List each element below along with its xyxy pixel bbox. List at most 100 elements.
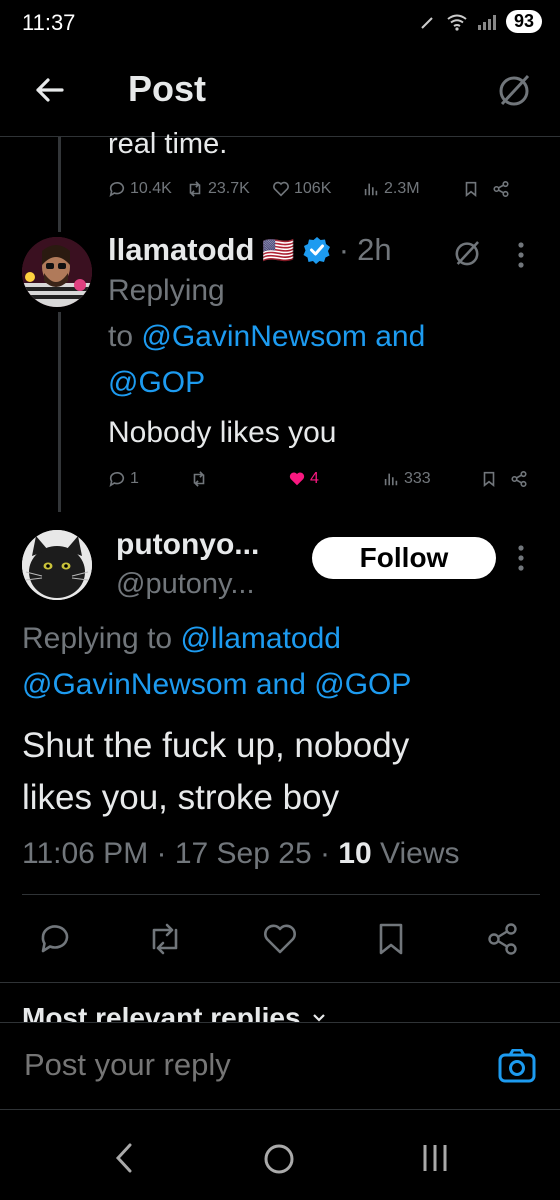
reply-count-button[interactable]: 1 <box>108 470 190 488</box>
share-icon[interactable] <box>492 180 510 198</box>
wifi-icon <box>446 13 468 31</box>
repost-icon <box>152 923 178 955</box>
reply-author-row: llamatodd 🇺🇸 · 2h <box>108 232 392 268</box>
divider <box>22 894 540 895</box>
home-circle-icon <box>264 1144 294 1174</box>
reply-tweet-stats: 1 4 333 <box>108 470 538 488</box>
mention-link[interactable]: @GOP <box>108 366 205 400</box>
nav-recents-button[interactable] <box>420 1142 450 1174</box>
bookmark-icon[interactable] <box>480 470 498 488</box>
views-count: 333 <box>404 470 431 487</box>
reply-icon <box>108 470 126 488</box>
verified-badge-icon <box>303 236 331 264</box>
repost-count: 23.7K <box>208 180 250 197</box>
status-bar: 11:37 93 <box>0 0 560 50</box>
share-icon[interactable] <box>510 470 528 488</box>
divider <box>0 982 560 983</box>
heart-filled-icon <box>288 470 306 488</box>
like-count-button[interactable]: 4 <box>288 470 382 488</box>
tweet-timestamp-row: 11:06 PM · 17 Sep 25 · 10 Views <box>22 837 460 871</box>
like-button[interactable] <box>262 922 298 956</box>
tweet-text-line: Shut the fuck up, nobody <box>22 726 410 765</box>
like-count: 106K <box>294 180 332 197</box>
page-title: Post <box>128 68 207 109</box>
and-others-link[interactable]: and <box>375 320 425 353</box>
camera-icon <box>498 1049 536 1083</box>
chevron-left-icon <box>115 1143 132 1173</box>
repost-count-button[interactable]: 23.7K <box>186 180 272 198</box>
views-label: Views <box>380 837 460 870</box>
repost-icon <box>190 470 208 488</box>
more-options-button[interactable] <box>516 543 526 573</box>
top-header: Post <box>0 58 560 137</box>
more-options-button[interactable] <box>516 240 526 270</box>
camera-button[interactable] <box>498 1049 536 1083</box>
reply-icon <box>108 180 126 198</box>
replying-to-line: to @GavinNewsom and <box>108 320 425 354</box>
tweet-action-bar <box>0 910 560 970</box>
views-count: 2.3M <box>384 180 420 197</box>
repost-button[interactable] <box>190 470 288 488</box>
cat-avatar-image <box>22 530 92 600</box>
avatar[interactable] <box>22 530 92 600</box>
author-handle[interactable]: @putony... <box>116 568 255 601</box>
bookmark-button[interactable] <box>376 922 406 956</box>
more-vertical-icon <box>518 545 524 571</box>
heart-icon <box>264 924 296 954</box>
grok-button[interactable] <box>494 70 534 110</box>
system-icons: 93 <box>418 10 542 33</box>
system-nav-bar <box>0 1110 560 1200</box>
reply-icon <box>41 925 69 953</box>
replying-to-line: Replying to @llamatodd <box>22 622 341 656</box>
nav-back-button[interactable] <box>112 1142 136 1174</box>
share-icon <box>488 923 517 955</box>
and-others-link[interactable]: and <box>256 668 306 701</box>
share-button[interactable] <box>486 922 520 956</box>
recents-icon <box>423 1145 447 1171</box>
battery-indicator: 93 <box>505 10 542 33</box>
flag-emoji: 🇺🇸 <box>262 234 295 265</box>
follow-button[interactable]: Follow <box>312 537 496 579</box>
author-name[interactable]: putonyo... <box>116 528 259 562</box>
views-count-button[interactable]: 333 <box>382 470 480 488</box>
reply-button[interactable] <box>38 922 72 956</box>
author-name[interactable]: llamatodd <box>108 232 254 268</box>
replying-to-prefix: to <box>108 320 134 353</box>
views-count-button[interactable]: 2.3M <box>362 180 458 198</box>
edit-icon <box>418 12 438 32</box>
parent-tweet-text: real time. <box>108 128 228 160</box>
grok-icon <box>455 241 479 266</box>
mention-link[interactable]: @GavinNewsom <box>141 320 367 353</box>
sort-replies-dropdown[interactable]: Most relevant replies <box>22 1002 327 1022</box>
mention-link[interactable]: @llamatodd <box>180 622 341 655</box>
reply-count: 1 <box>130 470 139 487</box>
repost-icon <box>186 180 204 198</box>
parent-tweet-stats: 10.4K 23.7K 106K 2.3M <box>108 180 538 198</box>
nav-home-button[interactable] <box>262 1142 296 1176</box>
like-count-button[interactable]: 106K <box>272 180 362 198</box>
status-time: 11:37 <box>22 10 76 35</box>
mention-link[interactable]: @GavinNewsom <box>22 668 248 701</box>
back-button[interactable] <box>32 72 68 108</box>
avatar[interactable] <box>22 237 92 307</box>
reply-tweet-text: Nobody likes you <box>108 416 337 449</box>
grok-icon <box>499 74 530 106</box>
more-vertical-icon <box>518 242 524 268</box>
replying-to-prefix: Replying to <box>22 622 173 655</box>
signal-icon <box>476 13 498 31</box>
replying-to-line-2: @GavinNewsom and @GOP <box>22 668 411 702</box>
grok-button[interactable] <box>450 236 484 270</box>
views-count: 10 <box>338 837 372 870</box>
thread-line <box>58 137 61 232</box>
analytics-icon <box>382 470 400 488</box>
llamatodd-avatar-image <box>22 237 92 307</box>
reply-count: 10.4K <box>130 180 172 197</box>
bookmark-icon[interactable] <box>462 180 480 198</box>
repost-button[interactable] <box>146 922 184 956</box>
reply-input[interactable] <box>22 1041 466 1089</box>
reply-count-button[interactable]: 10.4K <box>108 180 186 198</box>
time-ago: 2h <box>357 232 392 267</box>
analytics-icon <box>362 180 380 198</box>
tweet-timestamp: 11:06 PM · 17 Sep 25 · <box>22 837 339 870</box>
mention-link[interactable]: @GOP <box>314 668 411 701</box>
